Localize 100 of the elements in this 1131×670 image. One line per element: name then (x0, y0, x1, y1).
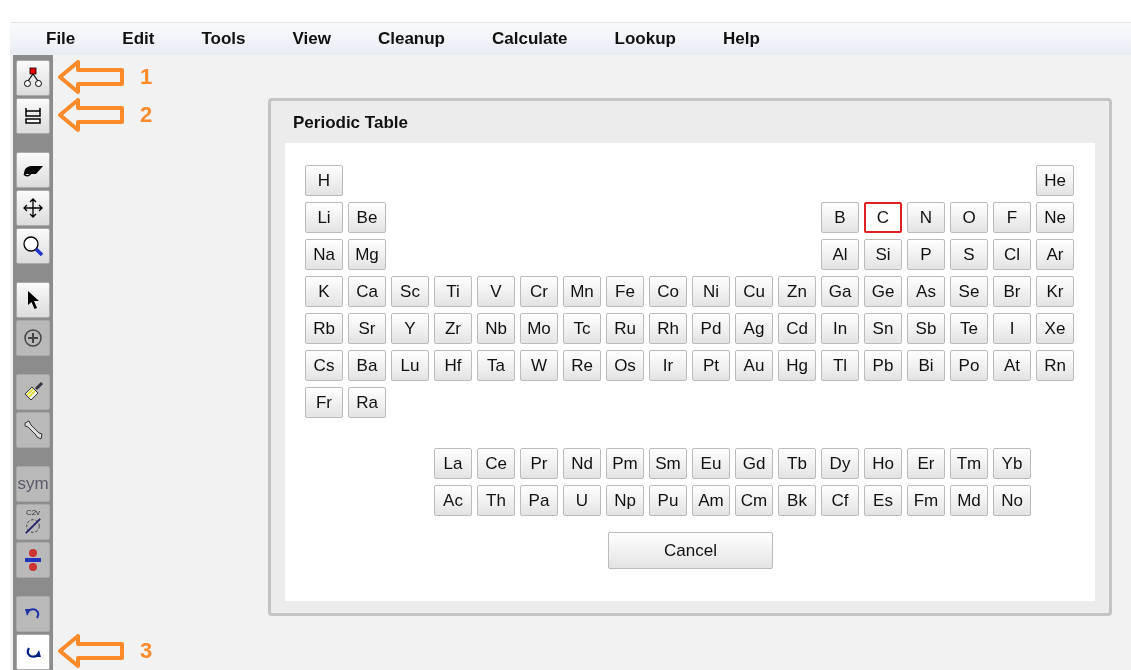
menu-item[interactable]: Calculate (492, 29, 568, 49)
element-button[interactable]: Au (735, 350, 773, 381)
tool-button[interactable] (16, 190, 50, 226)
element-button[interactable]: Kr (1036, 276, 1074, 307)
element-button[interactable]: In (821, 313, 859, 344)
element-button[interactable]: Cm (735, 485, 773, 516)
element-button[interactable]: Ac (434, 485, 472, 516)
element-button[interactable]: H (305, 165, 343, 196)
element-button[interactable]: Hg (778, 350, 816, 381)
element-button[interactable]: W (520, 350, 558, 381)
element-button[interactable]: Ba (348, 350, 386, 381)
element-button[interactable]: Pu (649, 485, 687, 516)
element-button[interactable]: Sc (391, 276, 429, 307)
element-button[interactable]: Ca (348, 276, 386, 307)
element-button[interactable]: Np (606, 485, 644, 516)
element-button[interactable]: Fe (606, 276, 644, 307)
element-button[interactable]: Dy (821, 448, 859, 479)
element-button[interactable]: Ar (1036, 239, 1074, 270)
element-button[interactable]: Se (950, 276, 988, 307)
element-button[interactable]: Pr (520, 448, 558, 479)
element-button[interactable]: B (821, 202, 859, 233)
element-button[interactable]: No (993, 485, 1031, 516)
menu-item[interactable]: Tools (201, 29, 246, 49)
element-button[interactable]: Tm (950, 448, 988, 479)
element-button[interactable]: Pd (692, 313, 730, 344)
element-button[interactable]: V (477, 276, 515, 307)
element-button[interactable]: Eu (692, 448, 730, 479)
menu-item[interactable]: Help (722, 29, 760, 49)
element-button[interactable]: Li (305, 202, 343, 233)
element-button[interactable]: Am (692, 485, 730, 516)
element-button[interactable]: Fr (305, 387, 343, 418)
tool-button[interactable] (16, 282, 50, 318)
element-button[interactable]: Ga (821, 276, 859, 307)
element-button[interactable]: Rh (649, 313, 687, 344)
element-button[interactable]: La (434, 448, 472, 479)
element-button[interactable]: Md (950, 485, 988, 516)
element-button[interactable]: At (993, 350, 1031, 381)
tool-button[interactable] (16, 228, 50, 264)
element-button[interactable]: O (950, 202, 988, 233)
menu-item[interactable]: Cleanup (377, 29, 445, 49)
element-button[interactable]: Pm (606, 448, 644, 479)
element-button[interactable]: Cs (305, 350, 343, 381)
element-button[interactable]: N (907, 202, 945, 233)
element-button[interactable]: Cd (778, 313, 816, 344)
element-button[interactable]: Rb (305, 313, 343, 344)
element-button[interactable]: Pa (520, 485, 558, 516)
element-button[interactable]: Ne (1036, 202, 1074, 233)
element-button[interactable]: Te (950, 313, 988, 344)
element-button[interactable]: Mo (520, 313, 558, 344)
element-button[interactable]: Th (477, 485, 515, 516)
element-button[interactable]: Gd (735, 448, 773, 479)
element-button[interactable]: Mn (563, 276, 601, 307)
element-button[interactable]: Xe (1036, 313, 1074, 344)
element-button[interactable]: Si (864, 239, 902, 270)
element-button[interactable]: Tb (778, 448, 816, 479)
tool-button[interactable] (16, 60, 50, 96)
element-button[interactable]: Pb (864, 350, 902, 381)
element-button[interactable]: Sr (348, 313, 386, 344)
element-button[interactable]: Al (821, 239, 859, 270)
element-button[interactable]: Ti (434, 276, 472, 307)
tool-button[interactable] (16, 152, 50, 188)
element-button[interactable]: Zn (778, 276, 816, 307)
menu-item[interactable]: Lookup (614, 29, 676, 49)
element-button[interactable]: Bi (907, 350, 945, 381)
element-button[interactable]: P (907, 239, 945, 270)
element-button[interactable]: Ta (477, 350, 515, 381)
element-button[interactable]: Br (993, 276, 1031, 307)
element-button[interactable]: Y (391, 313, 429, 344)
element-button[interactable]: I (993, 313, 1031, 344)
element-button[interactable]: Ce (477, 448, 515, 479)
element-button[interactable]: Ge (864, 276, 902, 307)
element-button[interactable]: Hf (434, 350, 472, 381)
element-button[interactable]: C (864, 202, 902, 233)
element-button[interactable]: Bk (778, 485, 816, 516)
element-button[interactable]: Nd (563, 448, 601, 479)
element-button[interactable]: He (1036, 165, 1074, 196)
element-button[interactable]: Ho (864, 448, 902, 479)
element-button[interactable]: Be (348, 202, 386, 233)
element-button[interactable]: Ra (348, 387, 386, 418)
element-button[interactable]: Fm (907, 485, 945, 516)
element-button[interactable]: Cu (735, 276, 773, 307)
element-button[interactable]: Cl (993, 239, 1031, 270)
element-button[interactable]: Sb (907, 313, 945, 344)
element-button[interactable]: Po (950, 350, 988, 381)
element-button[interactable]: Sm (649, 448, 687, 479)
tool-button[interactable] (16, 98, 50, 134)
element-button[interactable]: As (907, 276, 945, 307)
menu-item[interactable]: Edit (122, 29, 155, 49)
element-button[interactable]: Os (606, 350, 644, 381)
tool-button[interactable] (16, 634, 50, 670)
element-button[interactable]: Tc (563, 313, 601, 344)
element-button[interactable]: F (993, 202, 1031, 233)
element-button[interactable]: Cr (520, 276, 558, 307)
element-button[interactable]: Lu (391, 350, 429, 381)
element-button[interactable]: Tl (821, 350, 859, 381)
element-button[interactable]: Pt (692, 350, 730, 381)
element-button[interactable]: Sn (864, 313, 902, 344)
element-button[interactable]: K (305, 276, 343, 307)
element-button[interactable]: Co (649, 276, 687, 307)
element-button[interactable]: Es (864, 485, 902, 516)
